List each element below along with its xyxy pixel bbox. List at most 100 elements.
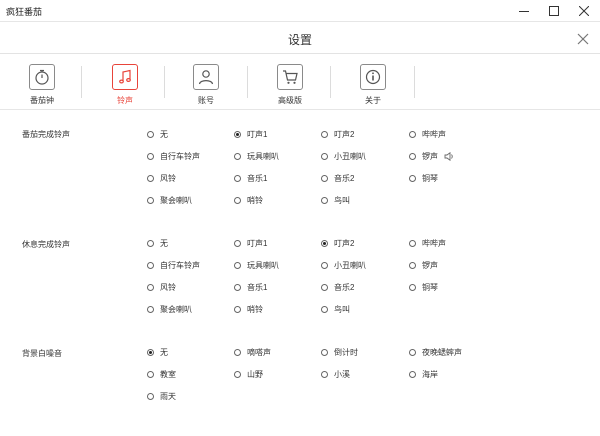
radio-button[interactable] (321, 196, 328, 204)
radio-button[interactable] (321, 370, 328, 378)
dialog-close-button[interactable] (575, 31, 591, 47)
radio-button[interactable] (147, 174, 154, 182)
minimize-button[interactable] (509, 0, 539, 22)
music-note-icon (112, 64, 138, 90)
radio-option[interactable]: 音乐1 (234, 172, 267, 184)
radio-button[interactable] (321, 305, 328, 313)
radio-option[interactable]: 自行车铃声 (147, 259, 200, 271)
tab-ringtone[interactable]: 铃声 (97, 62, 153, 106)
radio-button[interactable] (321, 152, 328, 160)
radio-option[interactable]: 铜琴 (409, 172, 438, 184)
radio-option[interactable]: 聚会喇叭 (147, 303, 192, 315)
radio-option[interactable]: 小丑喇叭 (321, 259, 366, 271)
radio-option[interactable]: 叮声1 (234, 237, 267, 249)
radio-button[interactable] (147, 130, 154, 138)
window-close-button[interactable] (569, 0, 599, 22)
section-label-white-noise: 背景白噪音 (22, 349, 62, 358)
radio-button[interactable] (234, 283, 241, 291)
radio-option[interactable]: 叮声2 (321, 128, 354, 140)
radio-option[interactable]: 鸟叫 (321, 194, 350, 206)
radio-button[interactable] (409, 348, 416, 356)
radio-option[interactable]: 小丑喇叭 (321, 150, 366, 162)
radio-option[interactable]: 鸟叫 (321, 303, 350, 315)
maximize-button[interactable] (539, 0, 569, 22)
app-title: 疯狂番茄 (6, 7, 43, 17)
radio-option[interactable]: 海岸 (409, 368, 438, 380)
radio-button[interactable] (321, 130, 328, 138)
radio-option[interactable]: 雨天 (147, 390, 176, 402)
radio-button[interactable] (234, 348, 241, 356)
radio-button[interactable] (321, 174, 328, 182)
radio-option[interactable]: 玩具喇叭 (234, 259, 279, 271)
speaker-icon[interactable] (444, 151, 454, 161)
radio-option[interactable]: 自行车铃声 (147, 150, 200, 162)
radio-button[interactable] (234, 261, 241, 269)
radio-button[interactable] (147, 305, 154, 313)
radio-option[interactable]: 哔哔声 (409, 128, 446, 140)
radio-button[interactable] (321, 348, 328, 356)
radio-button[interactable] (147, 152, 154, 160)
radio-button[interactable] (147, 392, 154, 400)
radio-option[interactable]: 铜琴 (409, 281, 438, 293)
radio-option[interactable]: 教室 (147, 368, 176, 380)
radio-option[interactable]: 哔哔声 (409, 237, 446, 249)
tab-about[interactable]: 关于 (345, 62, 401, 106)
radio-option[interactable]: 音乐2 (321, 172, 354, 184)
radio-button[interactable] (147, 239, 154, 247)
section-label-pomodoro-done: 番茄完成铃声 (22, 130, 70, 139)
tab-label: 高级版 (278, 96, 302, 105)
radio-option[interactable]: 锣声 (409, 259, 438, 271)
radio-button[interactable] (409, 261, 416, 269)
close-x-icon (577, 33, 589, 45)
radio-button[interactable] (234, 152, 241, 160)
radio-button-checked[interactable] (234, 130, 241, 138)
radio-button[interactable] (234, 196, 241, 204)
radio-button[interactable] (409, 152, 416, 160)
radio-button-checked[interactable] (321, 239, 328, 247)
radio-button[interactable] (234, 239, 241, 247)
radio-button[interactable] (409, 174, 416, 182)
radio-option[interactable]: 音乐2 (321, 281, 354, 293)
radio-button-checked[interactable] (147, 348, 154, 356)
radio-option[interactable]: 锣声 (409, 150, 454, 162)
page-title: 设置 (287, 33, 312, 47)
radio-option[interactable]: 哨铃 (234, 194, 263, 206)
radio-button[interactable] (321, 261, 328, 269)
radio-option[interactable]: 夜晚蟋蟀声 (409, 346, 462, 358)
radio-button[interactable] (147, 370, 154, 378)
radio-button[interactable] (409, 130, 416, 138)
tab-pomodoro[interactable]: 番茄钟 (14, 62, 70, 106)
radio-option[interactable]: 小溪 (321, 368, 350, 380)
radio-option[interactable]: 音乐1 (234, 281, 267, 293)
radio-button[interactable] (234, 305, 241, 313)
radio-option[interactable]: 无 (147, 128, 168, 140)
radio-button[interactable] (234, 174, 241, 182)
radio-button[interactable] (409, 370, 416, 378)
radio-button[interactable] (147, 261, 154, 269)
radio-option[interactable]: 倒计时 (321, 346, 358, 358)
radio-button[interactable] (321, 283, 328, 291)
radio-button[interactable] (409, 283, 416, 291)
tab-label: 铃声 (117, 96, 133, 105)
radio-option[interactable]: 叮声2 (321, 237, 354, 249)
user-icon (193, 64, 219, 90)
tab-premium[interactable]: 高级版 (262, 62, 318, 106)
radio-button[interactable] (234, 370, 241, 378)
radio-option[interactable]: 风铃 (147, 172, 176, 184)
radio-option[interactable]: 无 (147, 237, 168, 249)
radio-option[interactable]: 玩具喇叭 (234, 150, 279, 162)
radio-option[interactable]: 叮声1 (234, 128, 267, 140)
radio-option[interactable]: 嘀嗒声 (234, 346, 271, 358)
maximize-icon (549, 6, 559, 16)
info-icon (360, 64, 386, 90)
tab-label: 账号 (198, 96, 214, 105)
radio-option[interactable]: 哨铃 (234, 303, 263, 315)
radio-button[interactable] (147, 283, 154, 291)
radio-option[interactable]: 聚会喇叭 (147, 194, 192, 206)
tab-account[interactable]: 账号 (178, 62, 234, 106)
radio-button[interactable] (409, 239, 416, 247)
radio-option[interactable]: 风铃 (147, 281, 176, 293)
radio-button[interactable] (147, 196, 154, 204)
radio-option[interactable]: 无 (147, 346, 168, 358)
radio-option[interactable]: 山野 (234, 368, 263, 380)
